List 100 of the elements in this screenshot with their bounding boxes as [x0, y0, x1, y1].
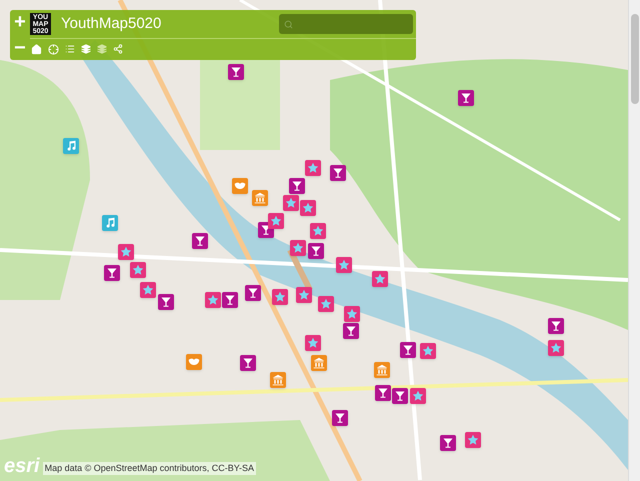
cocktail-glass-icon — [442, 437, 454, 449]
map-marker[interactable] — [400, 342, 416, 358]
map-marker[interactable] — [228, 64, 244, 80]
home-icon[interactable] — [31, 44, 42, 54]
map-marker[interactable] — [308, 243, 324, 259]
cocktail-glass-icon — [377, 387, 389, 399]
cocktail-glass-icon — [332, 167, 344, 179]
cocktail-glass-icon — [291, 180, 303, 192]
map-marker[interactable] — [252, 190, 268, 206]
map-marker[interactable] — [205, 292, 221, 308]
star-icon — [270, 215, 282, 227]
map-marker[interactable] — [305, 160, 321, 176]
map-marker[interactable] — [289, 178, 305, 194]
cocktail-glass-icon — [160, 296, 172, 308]
attribution-text: Map data © OpenStreetMap contributors, CC-BY-SA — [42, 462, 256, 475]
music-note-icon — [104, 217, 116, 229]
cocktail-glass-icon — [242, 357, 254, 369]
share-icon[interactable] — [113, 44, 123, 54]
star-icon — [467, 434, 479, 446]
cocktail-glass-icon — [230, 66, 242, 78]
music-note-icon — [65, 140, 77, 152]
map-marker[interactable] — [283, 195, 299, 211]
zoom-in-button[interactable]: + — [14, 11, 26, 33]
cocktail-glass-icon — [460, 92, 472, 104]
star-icon — [207, 294, 219, 306]
esri-logo: esri — [4, 457, 40, 475]
cocktail-glass-icon — [334, 412, 346, 424]
crosshair-icon[interactable] — [48, 44, 59, 54]
map-marker[interactable] — [440, 435, 456, 451]
map-marker[interactable] — [300, 200, 316, 216]
layers-icon[interactable] — [97, 44, 107, 54]
map-marker[interactable] — [375, 385, 391, 401]
map-marker[interactable] — [272, 289, 288, 305]
cocktail-glass-icon — [310, 245, 322, 257]
map-marker[interactable] — [310, 223, 326, 239]
map-marker[interactable] — [240, 355, 256, 371]
star-icon — [374, 273, 386, 285]
theater-mask-icon — [188, 356, 200, 368]
map-marker[interactable] — [222, 292, 238, 308]
star-icon — [285, 197, 297, 209]
map-marker[interactable] — [344, 306, 360, 322]
map-marker[interactable] — [336, 257, 352, 273]
map-marker[interactable] — [290, 240, 306, 256]
cocktail-glass-icon — [247, 287, 259, 299]
columns-building-icon — [313, 357, 325, 369]
star-icon — [550, 342, 562, 354]
map-marker[interactable] — [374, 362, 390, 378]
star-icon — [142, 284, 154, 296]
map-marker[interactable] — [372, 271, 388, 287]
map-marker[interactable] — [548, 340, 564, 356]
scrollbar-thumb[interactable] — [630, 14, 638, 104]
map-marker[interactable] — [330, 165, 346, 181]
star-icon — [120, 246, 132, 258]
map-marker[interactable] — [458, 90, 474, 106]
map-marker[interactable] — [420, 343, 436, 359]
star-icon — [338, 259, 350, 271]
search-field[interactable] — [279, 14, 413, 34]
cocktail-glass-icon — [194, 235, 206, 247]
layers-icon[interactable] — [81, 44, 91, 54]
star-icon — [422, 345, 434, 357]
star-icon — [312, 225, 324, 237]
theater-mask-icon — [234, 180, 246, 192]
map-marker[interactable] — [140, 282, 156, 298]
map-marker[interactable] — [104, 265, 120, 281]
star-icon — [412, 390, 424, 402]
map-marker[interactable] — [118, 244, 134, 260]
map-marker[interactable] — [410, 388, 426, 404]
zoom-out-button[interactable]: − — [14, 37, 26, 59]
star-icon — [302, 202, 314, 214]
star-icon — [298, 289, 310, 301]
scrollbar[interactable] — [628, 0, 640, 481]
star-icon — [346, 308, 358, 320]
map-marker[interactable] — [158, 294, 174, 310]
cocktail-glass-icon — [550, 320, 562, 332]
map-marker[interactable] — [130, 262, 146, 278]
map-marker[interactable] — [245, 285, 261, 301]
star-icon — [320, 298, 332, 310]
map-marker[interactable] — [318, 296, 334, 312]
map-marker[interactable] — [465, 432, 481, 448]
map-marker[interactable] — [186, 354, 202, 370]
star-icon — [132, 264, 144, 276]
map-marker[interactable] — [311, 355, 327, 371]
map-marker[interactable] — [392, 388, 408, 404]
cocktail-glass-icon — [345, 325, 357, 337]
list-icon[interactable] — [65, 44, 75, 54]
map-marker[interactable] — [548, 318, 564, 334]
map-marker[interactable] — [332, 410, 348, 426]
map-marker[interactable] — [192, 233, 208, 249]
map-marker[interactable] — [343, 323, 359, 339]
star-icon — [307, 162, 319, 174]
columns-building-icon — [254, 192, 266, 204]
map-marker[interactable] — [296, 287, 312, 303]
map-marker[interactable] — [63, 138, 79, 154]
map-marker[interactable] — [305, 335, 321, 351]
star-icon — [292, 242, 304, 254]
map-marker[interactable] — [232, 178, 248, 194]
map-marker[interactable] — [102, 215, 118, 231]
cocktail-glass-icon — [224, 294, 236, 306]
map-marker[interactable] — [268, 213, 284, 229]
map-marker[interactable] — [270, 372, 286, 388]
